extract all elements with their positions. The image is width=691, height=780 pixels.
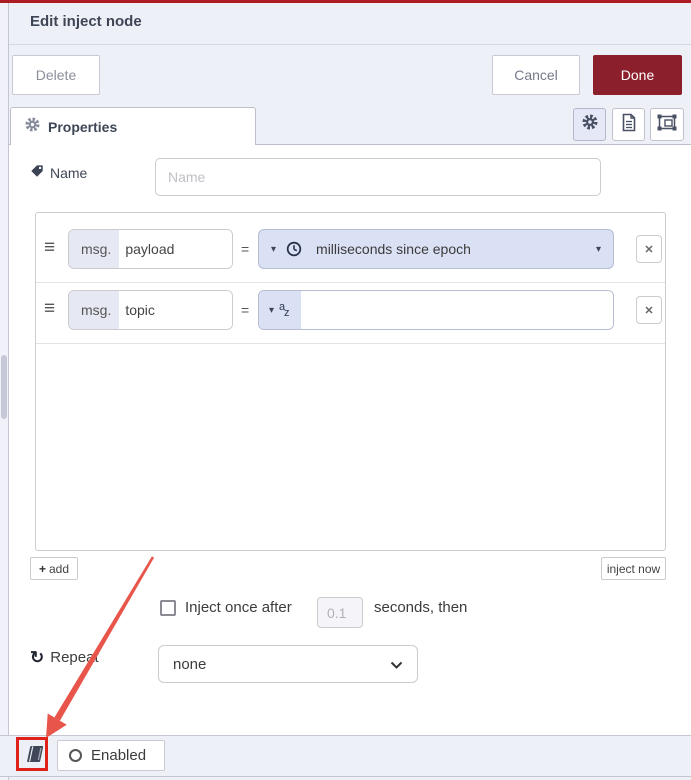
typed-input-value: milliseconds since epoch	[316, 241, 471, 257]
inject-once-checkbox[interactable]	[160, 600, 176, 616]
delete-button[interactable]: Delete	[12, 55, 100, 95]
rule-divider	[36, 343, 665, 344]
drag-handle-icon[interactable]: ≡	[44, 299, 62, 318]
name-input[interactable]	[155, 158, 601, 196]
rule-row-topic-property: msg.	[68, 290, 233, 330]
drag-handle-icon[interactable]: ≡	[44, 238, 62, 257]
caret-down-icon: ▾	[271, 243, 277, 255]
tag-icon	[30, 164, 44, 181]
enabled-toggle-button[interactable]: Enabled	[57, 740, 165, 771]
clock-icon	[286, 241, 302, 257]
enabled-label: Enabled	[91, 747, 147, 764]
header-divider	[9, 44, 691, 45]
name-label: Name	[30, 164, 87, 181]
string-type-icon: az	[279, 301, 290, 319]
book-icon	[23, 743, 44, 768]
done-button[interactable]: Done	[593, 55, 682, 95]
cancel-button[interactable]: Cancel	[492, 55, 580, 95]
chevron-down-icon	[390, 656, 403, 673]
gear-icon	[582, 114, 598, 135]
typed-input-payload[interactable]: ▾ milliseconds since epoch ▾	[258, 229, 614, 269]
appearance-icon	[657, 114, 677, 136]
repeat-select[interactable]: none	[158, 645, 418, 683]
appearance-tab-button[interactable]	[650, 108, 684, 141]
inject-once-suffix: seconds, then	[374, 599, 468, 616]
equals-sign: =	[241, 302, 250, 318]
add-rule-button[interactable]: + add	[30, 557, 78, 580]
properties-tab-button[interactable]	[573, 108, 606, 141]
rule-divider	[36, 282, 665, 283]
property-key-input[interactable]	[119, 230, 232, 268]
type-select-button[interactable]: ▾ az	[259, 291, 301, 329]
status-circle-icon	[69, 749, 82, 762]
typed-input-topic: ▾ az	[258, 290, 614, 330]
plus-icon: +	[38, 561, 46, 576]
repeat-label: ↻ Repeat	[30, 649, 99, 666]
property-key-input[interactable]	[119, 291, 232, 329]
top-accent-bar	[0, 0, 691, 3]
inject-now-button[interactable]: inject now	[601, 557, 666, 580]
msg-prefix: msg.	[69, 291, 120, 329]
gear-icon	[25, 116, 40, 137]
tab-properties-label: Properties	[48, 118, 118, 135]
inject-once-label: Inject once after	[185, 599, 292, 616]
topic-value-input[interactable]	[301, 291, 613, 329]
rule-row-payload-property: msg.	[68, 229, 233, 269]
add-label: add	[48, 561, 70, 576]
caret-down-icon: ▾	[268, 304, 275, 316]
description-toggle-button[interactable]	[21, 742, 45, 769]
caret-down-icon: ▾	[595, 243, 601, 255]
dialog-title: Edit inject node	[30, 13, 142, 30]
repeat-selected-value: none	[173, 655, 207, 673]
tray-resize-grip[interactable]	[1, 355, 7, 419]
tab-properties[interactable]: Properties	[10, 107, 256, 145]
repeat-icon: ↻	[30, 648, 45, 667]
name-label-text: Name	[50, 164, 88, 181]
remove-rule-button[interactable]: ✕	[636, 235, 662, 263]
msg-prefix: msg.	[69, 230, 120, 268]
inject-once-delay-input[interactable]	[317, 597, 363, 628]
remove-rule-button[interactable]: ✕	[636, 296, 662, 324]
document-icon	[621, 113, 637, 137]
repeat-label-text: Repeat	[50, 649, 99, 666]
equals-sign: =	[241, 241, 250, 257]
description-tab-button[interactable]	[612, 108, 645, 141]
